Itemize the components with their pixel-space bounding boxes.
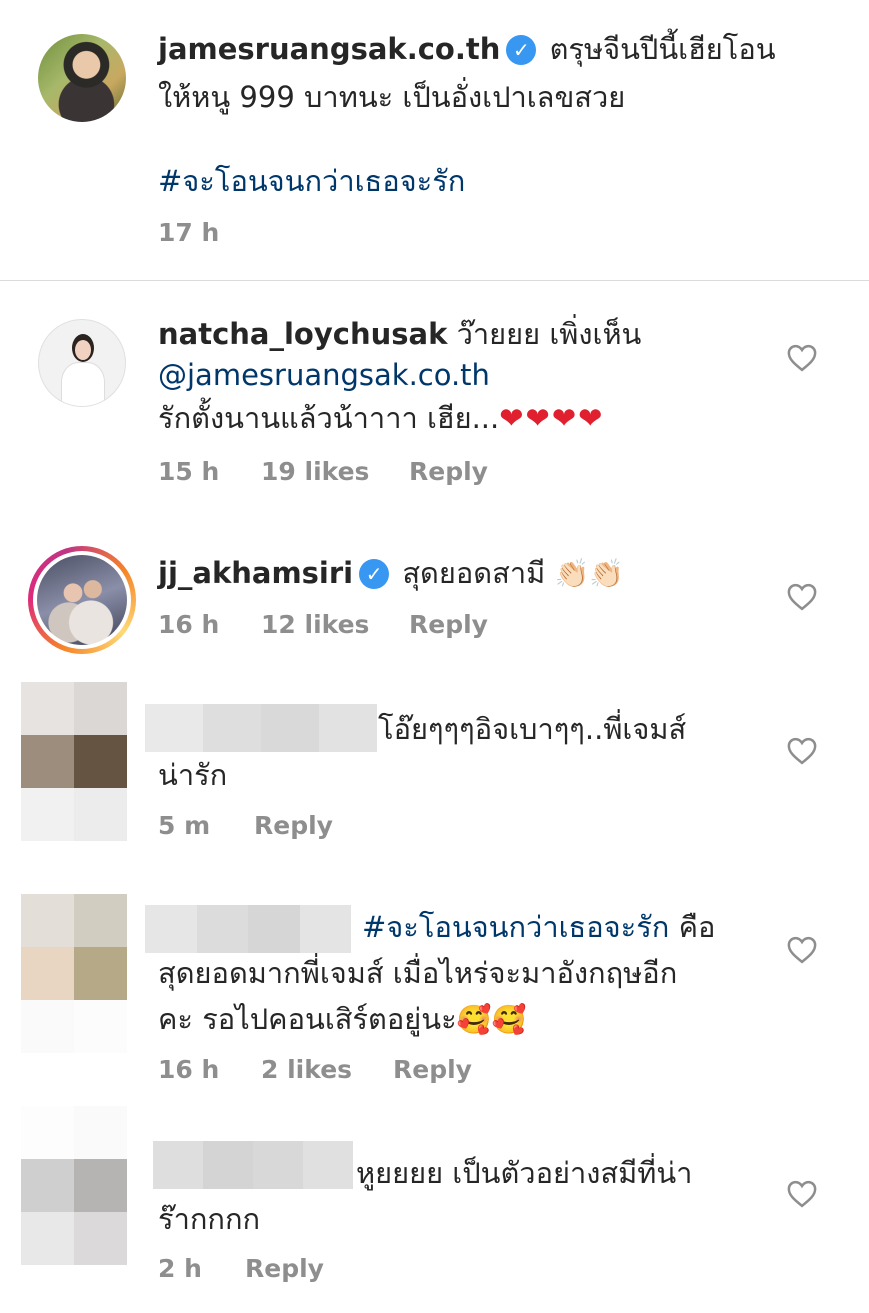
- comment-1-text-3: รักตั้งนานแล้วน้าาาา เฮีย...: [158, 401, 500, 435]
- comment-2-time: 16 h: [158, 610, 220, 639]
- comment-3-text-2: น่ารัก: [158, 758, 228, 792]
- comment-4-text-1-suffix: คือ: [678, 910, 716, 944]
- username-blurred-4: [145, 905, 351, 953]
- comment-5-reply-button[interactable]: Reply: [245, 1254, 324, 1283]
- comment-4-likes[interactable]: 2 likes: [261, 1055, 352, 1084]
- comment-4-time: 16 h: [158, 1055, 220, 1084]
- comment-1-mention[interactable]: @jamesruangsak.co.th: [158, 352, 490, 398]
- avatar-jj-akhamsiri: [37, 555, 127, 645]
- comment-3-text-1: โอ๊ยๆๆๆอิจเบาๆๆ..พี่เจมส์: [378, 712, 687, 746]
- comment-1-likes[interactable]: 19 likes: [261, 457, 369, 486]
- avatar-blurred-5[interactable]: [21, 1106, 127, 1265]
- comment-1-like-heart-icon[interactable]: [787, 344, 817, 372]
- comment-2-username[interactable]: jj_akhamsiri: [158, 556, 353, 590]
- comment-5-text-1: หูยยยย เป็นตัวอย่างสมีที่น่า: [356, 1156, 693, 1190]
- verified-badge-icon: ✓: [506, 35, 537, 65]
- comment-4-line-3: คะ รอไปคอนเสิร์ตอยู่นะ🥰🥰: [158, 996, 526, 1043]
- comment-1-username[interactable]: natcha_loychusak: [158, 317, 447, 351]
- comment-3-like-heart-icon[interactable]: [787, 737, 817, 765]
- caption-divider: [0, 280, 869, 281]
- comment-4-text-3: คะ รอไปคอนเสิร์ตอยู่นะ: [158, 1002, 457, 1036]
- comment-4-hashtag[interactable]: #จะโอนจนกว่าเธอจะรัก: [362, 910, 669, 944]
- avatar-blurred-3[interactable]: [21, 682, 127, 841]
- comment-1-time: 15 h: [158, 457, 220, 486]
- comment-1-reply-button[interactable]: Reply: [409, 457, 488, 486]
- comment-2-likes[interactable]: 12 likes: [261, 610, 369, 639]
- comment-4-reply-button[interactable]: Reply: [393, 1055, 472, 1084]
- caption-line-1: jamesruangsak.co.th ✓ ตรุษจีนปีนี้เฮียโอน: [158, 26, 776, 72]
- caption-timestamp: 17 h: [158, 218, 220, 247]
- avatar-blurred-4[interactable]: [21, 894, 127, 1053]
- avatar-jj-akhamsiri-story-ring[interactable]: [28, 546, 136, 654]
- verified-badge-icon: ✓: [359, 559, 390, 589]
- comment-1-line-3: รักตั้งนานแล้วน้าาาา เฮีย...❤❤❤❤: [158, 395, 604, 441]
- caption-text-1: ตรุษจีนปีนี้เฮียโอน: [549, 32, 776, 66]
- comment-2-line-1: jj_akhamsiri ✓ สุดยอดสามี 👏🏻👏🏻: [158, 550, 624, 597]
- comment-4-line-1: #จะโอนจนกว่าเธอจะรัก คือ: [362, 904, 715, 950]
- comment-2-reply-button[interactable]: Reply: [409, 610, 488, 639]
- avatar-natcha[interactable]: [38, 319, 126, 407]
- comment-1-line-1: natcha_loychusak ว๊ายยย เพิ่งเห็น: [158, 311, 641, 357]
- clapping-hands-emoji: 👏🏻👏🏻: [554, 557, 625, 590]
- comment-1-text-1: ว๊ายยย เพิ่งเห็น: [456, 317, 642, 351]
- caption-hashtag[interactable]: #จะโอนจนกว่าเธอจะรัก: [158, 158, 465, 204]
- username-blurred-3: [145, 704, 377, 752]
- comment-2-text-1: สุดยอดสามี: [402, 556, 546, 590]
- comment-3-time: 5 m: [158, 811, 211, 840]
- avatar-jamesruangsak[interactable]: [38, 34, 126, 122]
- comment-5-like-heart-icon[interactable]: [787, 1180, 817, 1208]
- comment-3-reply-button[interactable]: Reply: [254, 811, 333, 840]
- comment-4-text-2: สุดยอดมากพี่เจมส์ เมื่อไหร่จะมาอังกฤษอีก: [158, 956, 678, 990]
- smiling-hearts-emoji: 🥰🥰: [456, 1003, 527, 1036]
- red-hearts-emoji: ❤❤❤❤: [499, 401, 605, 435]
- comment-4-like-heart-icon[interactable]: [787, 936, 817, 964]
- caption-username[interactable]: jamesruangsak.co.th: [158, 32, 500, 66]
- comment-2-like-heart-icon[interactable]: [787, 583, 817, 611]
- comment-5-time: 2 h: [158, 1254, 202, 1283]
- username-blurred-5: [153, 1141, 353, 1189]
- caption-text-2: ให้หนู 999 บาทนะ เป็นอั่งเปาเลขสวย: [158, 80, 626, 114]
- comment-5-text-2: ร๊ากกกก: [158, 1202, 261, 1236]
